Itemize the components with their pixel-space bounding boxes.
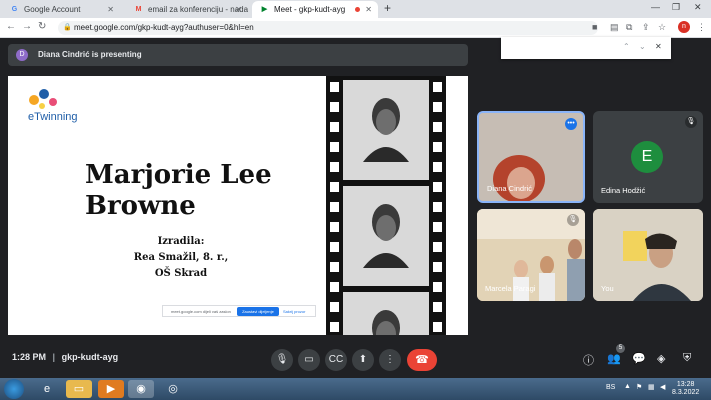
meeting-code: gkp-kudt-ayg bbox=[61, 352, 119, 362]
people-count-badge: 5 bbox=[616, 344, 625, 353]
minimize-icon[interactable]: — bbox=[651, 2, 660, 12]
phone-hangup-icon: ☎ bbox=[415, 354, 429, 366]
recording-dot-icon bbox=[355, 7, 360, 12]
tab-close-icon[interactable]: ✕ bbox=[107, 1, 114, 18]
hide-button[interactable]: Sakrij prozor bbox=[283, 309, 305, 314]
language-indicator[interactable]: BS bbox=[606, 384, 615, 391]
back-icon[interactable]: ← bbox=[6, 21, 16, 32]
lock-icon: 🔒 bbox=[63, 24, 72, 31]
meeting-time: 1:28 PM bbox=[12, 352, 47, 362]
action-center-icon[interactable]: ⚑ bbox=[636, 383, 642, 391]
camera-icon: ▭ bbox=[304, 354, 314, 365]
start-button[interactable] bbox=[4, 379, 24, 399]
etwinning-logo-icon bbox=[29, 89, 57, 109]
chevron-down-icon[interactable]: ⌄ bbox=[639, 42, 646, 51]
film-strip-image bbox=[326, 76, 446, 335]
volume-icon[interactable]: ◀ bbox=[660, 383, 665, 391]
system-clock[interactable]: 13:28 8.3.2022 bbox=[672, 381, 699, 397]
captions-icon: CC bbox=[328, 354, 344, 365]
screen-share-icon[interactable]: ⧉ bbox=[626, 22, 632, 33]
bookmark-star-icon[interactable]: ☆ bbox=[658, 22, 666, 33]
slide-title: Marjorie Lee Browne bbox=[85, 160, 272, 221]
portrait-frame bbox=[343, 80, 429, 180]
maximize-icon[interactable]: ❐ bbox=[672, 2, 680, 13]
participant-tile-diana[interactable]: ••• Diana Cindrić bbox=[477, 111, 585, 203]
more-options-button[interactable]: ⋮ bbox=[379, 349, 401, 371]
presenter-avatar: D bbox=[16, 49, 28, 61]
google-favicon-icon: G bbox=[11, 6, 18, 13]
portrait-frame bbox=[343, 292, 429, 335]
host-controls-icon[interactable]: ⛨ bbox=[683, 352, 691, 365]
tray-chevron-icon[interactable]: ▲ bbox=[624, 383, 631, 390]
tab-title: Meet - gkp-kudt-ayg bbox=[274, 5, 346, 14]
tab-close-icon[interactable]: ✕ bbox=[365, 1, 372, 18]
participant-tile-marcela[interactable]: 🎙 Marcela Paragi bbox=[477, 209, 585, 301]
etwinning-logo: eTwinning bbox=[22, 86, 82, 126]
tab-title: Google Account bbox=[24, 5, 81, 14]
reload-icon[interactable]: ↻ bbox=[38, 21, 46, 32]
share-icon[interactable]: ⇪ bbox=[642, 22, 650, 33]
chat-icon[interactable]: 💬 bbox=[632, 352, 646, 365]
people-icon[interactable]: 👥 bbox=[607, 352, 621, 365]
chrome-icon[interactable]: ◉ bbox=[128, 380, 154, 398]
mic-off-icon: 🎙 bbox=[567, 214, 579, 226]
participant-name: Diana Cindrić bbox=[487, 184, 533, 193]
info-icon[interactable]: ⓘ bbox=[583, 352, 594, 368]
portrait-frame bbox=[343, 186, 429, 286]
presenting-banner: D Diana Cindrić is presenting bbox=[8, 44, 468, 66]
participant-avatar: E bbox=[631, 141, 663, 173]
mic-off-icon: 🎙 bbox=[685, 116, 697, 128]
find-bar[interactable]: ⌃ ⌄ ✕ bbox=[501, 37, 671, 59]
gmail-favicon-icon: M bbox=[135, 6, 142, 13]
tab-close-icon[interactable]: ✕ bbox=[235, 1, 242, 18]
presentation-slide: eTwinning Marjorie Lee Browne Izradila: … bbox=[8, 76, 468, 335]
participant-name: You bbox=[601, 284, 614, 293]
presenting-text: Diana Cindrić is presenting bbox=[38, 50, 142, 59]
present-button[interactable]: ⬆ bbox=[352, 349, 374, 371]
present-screen-icon: ⬆ bbox=[358, 354, 368, 365]
participant-name: Marcela Paragi bbox=[485, 284, 536, 293]
participant-name: Edina Hodžić bbox=[601, 186, 646, 195]
stop-sharing-button[interactable]: Zaustavi dijeljenje bbox=[237, 307, 279, 316]
tab-google-account[interactable]: G Google Account ✕ bbox=[2, 1, 120, 18]
microphone-icon: 🎙 bbox=[275, 354, 289, 365]
browser-tab-strip: G Google Account ✕ M email za konferenci… bbox=[0, 0, 711, 18]
more-vert-icon: ⋮ bbox=[385, 354, 395, 365]
participant-tile-edina[interactable]: E 🎙 Edina Hodžić bbox=[593, 111, 703, 203]
more-options-icon[interactable]: ••• bbox=[565, 118, 577, 130]
participant-tile-you[interactable]: You bbox=[593, 209, 703, 301]
remote-app-icon[interactable]: ◎ bbox=[160, 380, 186, 398]
tab-email[interactable]: M email za konferenciju - nadamin ✕ bbox=[126, 1, 248, 18]
forward-icon[interactable]: → bbox=[22, 21, 32, 32]
meet-control-bar: 1:28 PM | gkp-kudt-ayg 🎙 ▭ CC ⬆ ⋮ ☎ ⓘ 👥 … bbox=[0, 342, 711, 378]
microphone-button[interactable]: 🎙 bbox=[271, 349, 293, 371]
screen-share-notice: meet.google.com dijeli vaš zaslon Zausta… bbox=[162, 305, 316, 317]
media-player-icon[interactable]: ▶ bbox=[98, 380, 124, 398]
meeting-details: 1:28 PM | gkp-kudt-ayg bbox=[12, 352, 119, 362]
file-explorer-icon[interactable]: ▭ bbox=[66, 380, 92, 398]
slide-author: Izradila: Rea Smažil, 8. r., OŠ Skrad bbox=[133, 236, 229, 279]
chevron-up-icon[interactable]: ⌃ bbox=[623, 42, 630, 51]
windows-taskbar: e ▭ ▶ ◉ ◎ BS ▲ ⚑ ▦ ◀ 13:28 8.3.2022 bbox=[0, 378, 711, 400]
menu-kebab-icon[interactable]: ⋮ bbox=[697, 22, 706, 33]
activities-icon[interactable]: ◈ bbox=[657, 352, 665, 365]
browser-toolbar: ← → ↻ 🔒 meet.google.com/gkp-kudt-ayg?aut… bbox=[0, 18, 711, 38]
end-call-button[interactable]: ☎ bbox=[407, 349, 437, 371]
meet-favicon-icon: ▶ bbox=[261, 6, 268, 13]
profile-avatar[interactable]: n bbox=[678, 21, 690, 33]
url-text: meet.google.com/gkp-kudt-ayg?authuser=0&… bbox=[74, 23, 254, 32]
camera-button[interactable]: ▭ bbox=[298, 349, 320, 371]
new-tab-icon[interactable]: + bbox=[384, 1, 391, 15]
tab-meet[interactable]: ▶ Meet - gkp-kudt-ayg ✕ bbox=[252, 1, 378, 18]
camera-in-use-icon[interactable]: ■ bbox=[592, 22, 597, 32]
share-tab-icon[interactable]: ▤ bbox=[610, 22, 619, 33]
close-icon[interactable]: ✕ bbox=[655, 42, 662, 51]
internet-explorer-icon[interactable]: e bbox=[34, 380, 60, 398]
address-bar[interactable]: 🔒 meet.google.com/gkp-kudt-ayg?authuser=… bbox=[58, 21, 598, 35]
window-close-icon[interactable]: ✕ bbox=[694, 2, 702, 13]
network-icon[interactable]: ▦ bbox=[648, 383, 655, 391]
tab-title: email za konferenciju - nadamin bbox=[148, 5, 248, 14]
captions-button[interactable]: CC bbox=[325, 349, 347, 371]
